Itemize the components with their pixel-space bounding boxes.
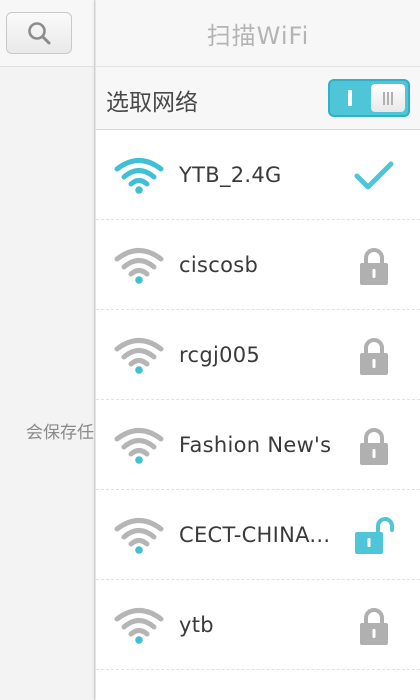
wifi-signal-icon xyxy=(114,338,164,374)
left-toolbar xyxy=(0,0,94,67)
lock-icon xyxy=(360,608,388,645)
wifi-signal-icon xyxy=(114,248,164,284)
lock-icon xyxy=(360,428,388,465)
left-pane: 会保存任 xyxy=(0,0,95,700)
toggle-on-indicator xyxy=(348,90,352,106)
network-ssid: rcgj005 xyxy=(179,343,261,367)
lock-icon xyxy=(360,338,388,375)
network-row[interactable]: YTB_2.4G xyxy=(96,130,420,220)
lock-icon xyxy=(360,248,388,285)
select-network-toggle[interactable] xyxy=(328,79,410,117)
wifi-signal-icon xyxy=(114,158,164,194)
network-row[interactable]: CECT-CHINA... xyxy=(96,490,420,580)
network-ssid: ciscosb xyxy=(179,253,259,277)
network-list: YTB_2.4Gciscosb rcgj005 Fashion New's CECT-… xyxy=(96,130,420,670)
select-network-label: 选取网络 xyxy=(106,90,198,116)
wifi-signal-icon xyxy=(114,608,164,644)
network-row[interactable]: ytb xyxy=(96,580,420,670)
network-ssid: CECT-CHINA... xyxy=(179,523,331,547)
network-ssid: YTB_2.4G xyxy=(179,163,282,187)
network-ssid: ytb xyxy=(179,613,214,637)
network-ssid: Fashion New's xyxy=(179,433,332,457)
search-button[interactable] xyxy=(6,12,72,54)
network-row[interactable]: rcgj005 xyxy=(96,310,420,400)
wifi-signal-icon xyxy=(114,428,164,464)
network-row[interactable]: Fashion New's xyxy=(96,400,420,490)
header: 扫描WiFi xyxy=(96,0,420,67)
select-network-row: 选取网络 xyxy=(96,67,420,130)
unlock-icon xyxy=(355,517,394,554)
toggle-knob[interactable] xyxy=(371,84,405,112)
wifi-signal-icon xyxy=(114,518,164,554)
search-icon xyxy=(28,22,51,45)
connected-check-icon xyxy=(354,161,394,190)
wifi-scan-panel: 扫描WiFi 选取网络 YTB_2.4Gciscosb rcgj005 Fashio… xyxy=(96,0,420,700)
network-row[interactable]: ciscosb xyxy=(96,220,420,310)
page-title: 扫描WiFi xyxy=(206,21,310,50)
left-partial-text: 会保存任 xyxy=(26,423,94,443)
